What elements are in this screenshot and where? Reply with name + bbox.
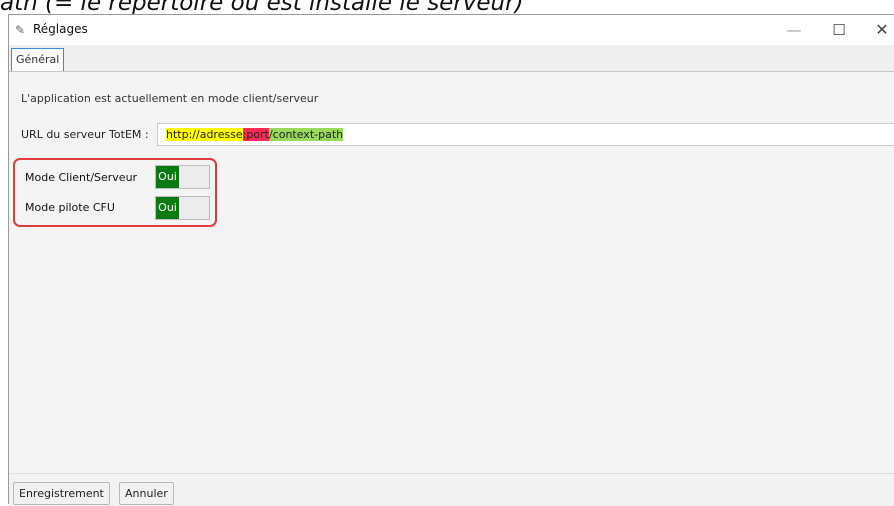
window-title: Réglages bbox=[33, 22, 88, 36]
server-url-label: URL du serveur TotEM : bbox=[21, 128, 149, 141]
pilot-cfu-mode-label: Mode pilote CFU bbox=[25, 201, 115, 214]
server-url-field[interactable]: http://adresse:port/context-path bbox=[157, 123, 894, 146]
tab-general[interactable]: Général bbox=[11, 48, 65, 71]
button-bar: Enregistrement Annuler bbox=[9, 473, 894, 506]
settings-panel: L'application est actuellement en mode c… bbox=[9, 72, 894, 473]
toggle-thumb bbox=[179, 166, 209, 188]
tab-strip: Général bbox=[9, 45, 894, 72]
mode-status-text: L'application est actuellement en mode c… bbox=[21, 92, 319, 105]
url-part-address: http://adresse bbox=[166, 128, 243, 141]
settings-app-icon: ✎ bbox=[15, 23, 26, 37]
client-server-mode-toggle[interactable]: Oui bbox=[155, 165, 210, 189]
title-bar: ✎ Réglages — ☐ ✕ bbox=[9, 15, 894, 45]
url-part-port: :port bbox=[242, 128, 269, 141]
minimize-icon[interactable]: — bbox=[781, 19, 807, 41]
toggle-on-indicator: Oui bbox=[156, 166, 179, 188]
settings-window: ✎ Réglages — ☐ ✕ Général L'application e… bbox=[8, 14, 894, 506]
pilot-cfu-mode-toggle[interactable]: Oui bbox=[155, 196, 210, 220]
toggle-on-indicator: Oui bbox=[156, 197, 179, 219]
maximize-icon[interactable]: ☐ bbox=[826, 19, 852, 41]
cancel-button[interactable]: Annuler bbox=[119, 482, 174, 505]
client-server-mode-label: Mode Client/Serveur bbox=[25, 171, 138, 184]
toggle-thumb bbox=[179, 197, 209, 219]
close-icon[interactable]: ✕ bbox=[869, 19, 894, 41]
url-part-context-path: /context-path bbox=[268, 128, 344, 141]
save-button[interactable]: Enregistrement bbox=[13, 482, 110, 505]
